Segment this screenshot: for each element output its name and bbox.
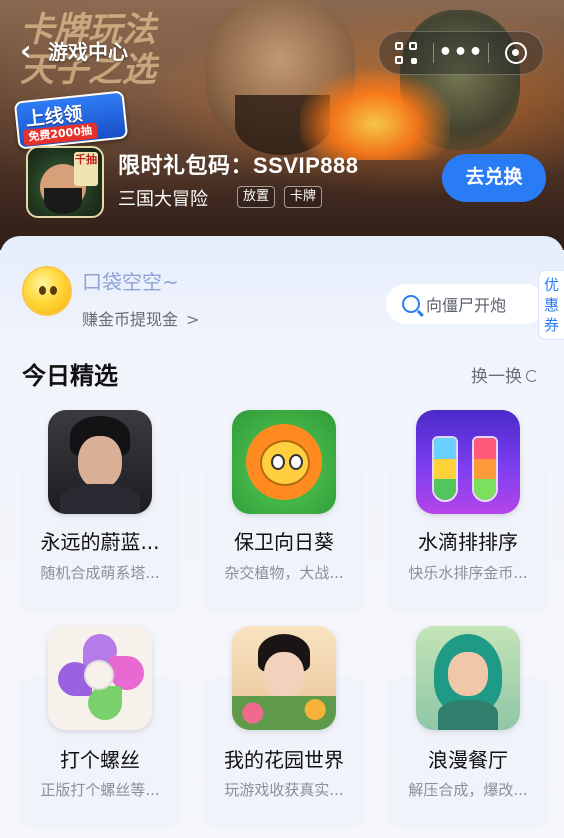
game-icon[interactable] (232, 626, 336, 730)
search-input[interactable]: 向僵尸开炮 (386, 284, 546, 324)
game-desc: 快乐水排序金币... (408, 564, 528, 582)
coupon-tab[interactable]: 优惠券 (538, 270, 564, 340)
game-name: 打个螺丝 (60, 748, 140, 772)
game-icon[interactable] (416, 410, 520, 514)
search-icon (402, 295, 420, 313)
close-target-icon[interactable] (489, 31, 543, 75)
gift-code-title: 限时礼包码：SSVIP888 (118, 153, 359, 178)
game-desc: 解压合成，爆改... (408, 781, 528, 799)
main-panel: 口袋空空~ 赚金币提现金 > 向僵尸开炮 优惠券 今日精选 换一换 永远的蔚蓝..… (0, 236, 564, 838)
coin-icon (22, 266, 72, 316)
game-desc: 随机合成萌系塔... (40, 564, 160, 582)
mini-program-capsule: ••• (378, 31, 544, 75)
promo-badge: 上线领 免费2000抽 (13, 90, 129, 150)
refresh-icon (526, 370, 538, 382)
page-title: 游戏中心 (48, 40, 128, 64)
game-name: 浪漫餐厅 (428, 748, 508, 772)
icon-tag: 千抽 (74, 152, 98, 186)
game-name: 保卫向日葵 (234, 530, 334, 554)
game-desc: 杂交植物，大战... (224, 564, 344, 582)
game-tag: 放置 (237, 186, 276, 208)
banner-game-name: 三国大冒险 (118, 189, 208, 210)
game-name: 我的花园世界 (224, 748, 344, 772)
more-dots-icon[interactable]: ••• (434, 31, 488, 75)
game-desc: 玩游戏收获真实... (224, 781, 344, 799)
wallet-link[interactable]: 赚金币提现金 > (82, 306, 199, 330)
wallet-subtitle: 赚金币提现金 (82, 310, 179, 329)
game-icon[interactable] (48, 410, 152, 514)
game-icon[interactable] (48, 626, 152, 730)
game-icon[interactable] (232, 410, 336, 514)
refresh-label: 换一换 (471, 367, 522, 387)
section-title: 今日精选 (22, 362, 118, 390)
game-name: 水滴排排序 (418, 530, 518, 554)
chevron-right-icon: > (186, 310, 200, 329)
game-icon[interactable] (416, 626, 520, 730)
chevron-left-icon[interactable]: ‹ (20, 37, 42, 65)
qr-scan-icon[interactable] (379, 31, 433, 75)
wallet-title: 口袋空空~ (82, 270, 179, 294)
game-tag: 卡牌 (284, 186, 323, 208)
refresh-button[interactable]: 换一换 (471, 362, 538, 387)
banner-flames (300, 70, 450, 160)
game-banner[interactable]: 卡牌玩法 天子之选 ‹ 游戏中心 ••• 上线领 免费2000抽 千抽 限时礼包… (0, 0, 564, 250)
redeem-button[interactable]: 去兑换 (442, 154, 546, 202)
game-desc: 正版打个螺丝等... (40, 781, 160, 799)
search-placeholder: 向僵尸开炮 (426, 296, 507, 315)
banner-game-icon[interactable]: 千抽 (26, 146, 104, 218)
game-name: 永远的蔚蓝... (40, 530, 160, 554)
